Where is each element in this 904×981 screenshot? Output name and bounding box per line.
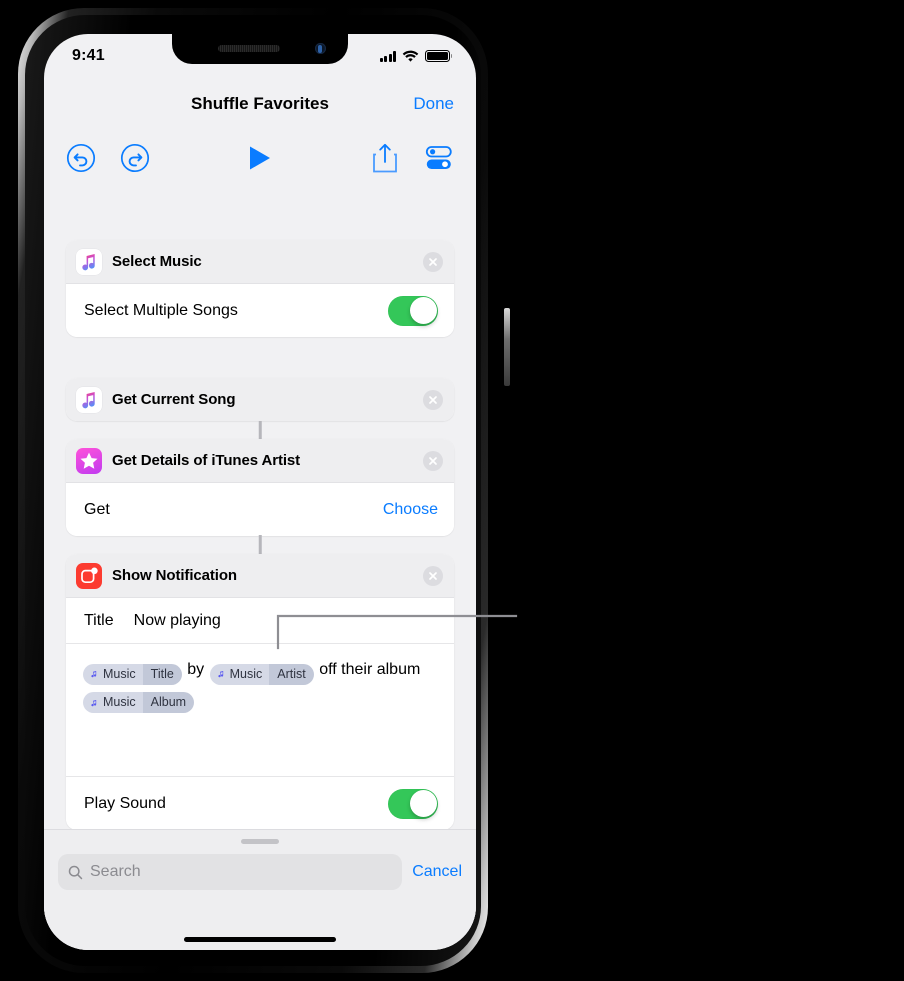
action-card-get-details-of-itunes-artist[interactable]: Get Details of iTunes Artist Get Choose bbox=[66, 439, 454, 536]
action-header[interactable]: Get Details of iTunes Artist bbox=[66, 439, 454, 483]
earpiece-speaker-icon bbox=[218, 45, 280, 52]
front-camera-icon bbox=[315, 43, 326, 54]
settings-button[interactable] bbox=[424, 144, 454, 172]
share-icon bbox=[373, 143, 397, 173]
row-get[interactable]: Get Choose bbox=[66, 483, 454, 536]
action-card-show-notification[interactable]: Show Notification Title Now playing Musi… bbox=[66, 554, 454, 830]
action-title: Show Notification bbox=[112, 567, 237, 584]
search-input[interactable]: Search bbox=[58, 854, 403, 890]
sheet-grabber-handle[interactable] bbox=[241, 839, 279, 844]
search-icon bbox=[68, 865, 83, 879]
power-button[interactable] bbox=[504, 308, 510, 386]
notification-body-text: by bbox=[182, 661, 209, 678]
action-title: Get Current Song bbox=[112, 391, 236, 408]
notification-title-input[interactable]: Now playing bbox=[134, 612, 221, 630]
music-note-icon bbox=[218, 670, 223, 678]
row-select-multiple-songs[interactable]: Select Multiple Songs bbox=[66, 284, 454, 337]
notification-body-input[interactable]: Music Title by Music Artist off their albu… bbox=[66, 644, 454, 776]
play-button[interactable] bbox=[248, 145, 272, 171]
iphone-device-frame: 9:41 Shuffle Favorites Done Select Music… bbox=[18, 8, 510, 973]
action-header[interactable]: Get Current Song bbox=[66, 378, 454, 421]
home-indicator[interactable] bbox=[184, 937, 336, 942]
notch bbox=[172, 34, 348, 64]
row-play-sound[interactable]: Play Sound bbox=[66, 776, 454, 830]
notification-badge-icon bbox=[76, 562, 102, 589]
settings-sliders-icon bbox=[425, 146, 452, 169]
token-app-label: Music bbox=[83, 663, 143, 685]
token-property-label: Title bbox=[142, 663, 182, 685]
music-note-icon bbox=[91, 670, 97, 678]
play-icon bbox=[250, 146, 270, 170]
signal-bars-icon bbox=[379, 50, 396, 62]
battery-full-icon bbox=[425, 50, 453, 62]
action-card-get-current-song[interactable]: Get Current Song bbox=[66, 378, 454, 421]
action-header[interactable]: Show Notification bbox=[66, 554, 454, 598]
search-dock: Search Cancel bbox=[44, 829, 476, 950]
apple-music-icon bbox=[76, 248, 102, 275]
undo-button[interactable] bbox=[66, 143, 96, 173]
row-label: Get bbox=[84, 500, 110, 518]
token-music-title[interactable]: Music Title bbox=[83, 663, 182, 685]
token-app-label: Music bbox=[209, 663, 270, 685]
navigation-bar: Shuffle Favorites Done bbox=[44, 78, 476, 130]
action-connector bbox=[258, 421, 262, 439]
redo-icon bbox=[120, 143, 150, 173]
close-icon[interactable] bbox=[423, 450, 443, 471]
close-icon[interactable] bbox=[423, 389, 443, 410]
action-connector bbox=[258, 535, 262, 554]
itunes-star-icon bbox=[76, 447, 102, 474]
apple-music-icon bbox=[76, 386, 102, 413]
play-sound-toggle[interactable] bbox=[388, 788, 438, 819]
device-bezel: 9:41 Shuffle Favorites Done Select Music… bbox=[25, 15, 481, 966]
undo-icon bbox=[66, 143, 96, 173]
notification-body-text: off their album bbox=[314, 661, 421, 678]
token-music-artist[interactable]: Music Artist bbox=[209, 663, 314, 685]
status-indicators bbox=[379, 50, 453, 63]
notification-title-row[interactable]: Title Now playing bbox=[66, 598, 454, 644]
cancel-button[interactable]: Cancel bbox=[412, 863, 462, 881]
row-label: Play Sound bbox=[84, 794, 166, 812]
row-label: Select Multiple Songs bbox=[84, 301, 238, 319]
redo-button[interactable] bbox=[120, 143, 150, 173]
token-app-label: Music bbox=[83, 692, 143, 713]
status-clock: 9:41 bbox=[72, 47, 105, 64]
done-button[interactable]: Done bbox=[413, 94, 454, 114]
wifi-icon bbox=[402, 50, 419, 62]
close-icon[interactable] bbox=[423, 565, 443, 586]
screenshot-stage: 9:41 Shuffle Favorites Done Select Music… bbox=[0, 0, 904, 981]
action-card-select-music[interactable]: Select Music Select Multiple Songs bbox=[66, 240, 454, 337]
token-property-label: Album bbox=[142, 692, 195, 713]
action-header[interactable]: Select Music bbox=[66, 240, 454, 284]
editor-toolbar bbox=[44, 130, 476, 186]
device-screen: 9:41 Shuffle Favorites Done Select Music… bbox=[44, 34, 476, 950]
action-title: Select Music bbox=[112, 253, 202, 270]
music-note-icon bbox=[91, 699, 97, 706]
action-title: Get Details of iTunes Artist bbox=[112, 452, 301, 469]
token-property-label: Artist bbox=[269, 663, 314, 685]
page-title: Shuffle Favorites bbox=[191, 94, 329, 113]
notification-title-label: Title bbox=[84, 611, 114, 629]
share-button[interactable] bbox=[372, 142, 398, 174]
choose-link[interactable]: Choose bbox=[383, 501, 438, 519]
close-icon[interactable] bbox=[423, 251, 443, 272]
token-music-album[interactable]: Music Album bbox=[83, 692, 195, 713]
select-multiple-songs-toggle[interactable] bbox=[388, 295, 438, 326]
shortcut-actions-list[interactable]: Select Music Select Multiple Songs Get C… bbox=[44, 186, 476, 950]
search-placeholder: Search bbox=[90, 863, 141, 880]
